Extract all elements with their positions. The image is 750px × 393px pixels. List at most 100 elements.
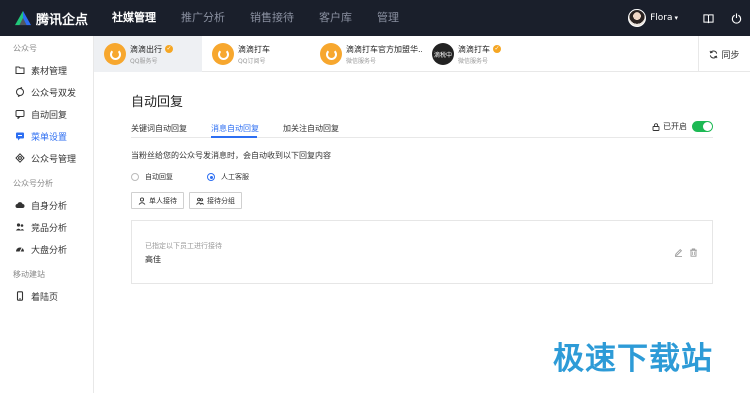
radio-human-service[interactable]: 人工客服: [207, 172, 249, 182]
edit-icon[interactable]: [673, 247, 684, 258]
account-tab[interactable]: 滴滴打车官方加盟华...✓ 微信服务号: [310, 36, 422, 72]
sidebar-group-title: 公众号分析: [13, 179, 53, 188]
site-watermark: 极速下载站: [553, 341, 713, 377]
user-name[interactable]: Flora: [650, 13, 672, 23]
account-name: 滴滴打车官方加盟华...: [346, 44, 422, 54]
sidebar-item-label: 公众号双发: [31, 88, 77, 99]
nav-item-promotion[interactable]: 推广分析: [171, 0, 235, 36]
logout-icon[interactable]: [722, 0, 750, 36]
nav-item-sales[interactable]: 销售接待: [240, 0, 304, 36]
cloud-icon: [14, 200, 25, 211]
sidebar-item-menu-settings[interactable]: 菜单设置: [0, 125, 93, 147]
didi-logo-icon: [320, 43, 342, 65]
auto-reply-toggle[interactable]: [692, 121, 713, 132]
radio-auto-reply[interactable]: 自动回复: [131, 172, 173, 182]
group-icon: [196, 197, 204, 205]
sidebar-item-label: 公众号管理: [31, 154, 77, 165]
radio-circle[interactable]: [207, 173, 215, 181]
folder-icon: [14, 65, 25, 76]
sync-label: 同步: [721, 50, 740, 61]
staff-name: 高佳: [145, 255, 161, 264]
radio-label: 人工客服: [221, 173, 249, 181]
reply-description: 当粉丝给您的公众号发消息时，会自动收到以下回复内容: [131, 151, 331, 160]
single-reception-button[interactable]: 单人接待: [131, 192, 184, 209]
user-avatar[interactable]: [628, 9, 647, 27]
main-nav: 社媒管理 推广分析 销售接待 客户库 管理: [102, 0, 414, 36]
sidebar-item-label: 菜单设置: [31, 132, 68, 143]
sidebar-item-competitor-analysis[interactable]: 竞品分析: [0, 216, 93, 238]
settings-icon: [14, 153, 25, 164]
account-type: 微信服务号: [458, 57, 489, 65]
sidebar-item-market-analysis[interactable]: 大盘分析: [0, 238, 93, 260]
brand-mark-icon: [15, 10, 31, 26]
tab-keyword-reply[interactable]: 关键词自动回复: [131, 123, 187, 134]
radio-label: 自动回复: [145, 173, 173, 181]
account-name: 滴滴打车: [238, 44, 270, 54]
account-type: QQ服务号: [130, 57, 158, 65]
tab-follow-reply[interactable]: 加关注自动回复: [283, 123, 339, 134]
sync-icon: [710, 50, 718, 58]
sidebar-item-materials[interactable]: 素材管理: [0, 59, 93, 81]
account-type: 微信服务号: [346, 57, 377, 65]
sidebar-item-auto-reply[interactable]: 自动回复: [0, 103, 93, 125]
dark-logo-icon: 滴税中: [432, 43, 454, 65]
sidebar-item-label: 自身分析: [31, 201, 68, 212]
nav-item-social[interactable]: 社媒管理: [102, 0, 166, 36]
brand-name: 腾讯企点: [36, 12, 89, 28]
account-tab[interactable]: 滴滴出行 ✓ QQ服务号: [94, 36, 202, 72]
reply-mode-radios: 自动回复 人工客服: [131, 172, 283, 182]
assigned-staff-card: 已指定以下员工进行接待 高佳: [131, 220, 713, 284]
radio-circle[interactable]: [131, 173, 139, 181]
account-name: 滴滴打车: [458, 44, 490, 54]
book-icon[interactable]: [694, 0, 722, 36]
reply-switch-area: 已开启: [652, 121, 713, 132]
chevron-down-icon[interactable]: ▾: [674, 14, 678, 22]
active-tab-indicator: [211, 136, 257, 138]
sidebar-group-title: 公众号: [13, 44, 37, 53]
lock-icon: [652, 122, 660, 131]
account-type: QQ订阅号: [238, 57, 266, 65]
sidebar-item-account-manage[interactable]: 公众号管理: [0, 147, 93, 169]
account-tab[interactable]: 滴滴打车 QQ订阅号: [202, 36, 310, 72]
sidebar-item-label: 自动回复: [31, 110, 68, 121]
card-hint: 已指定以下员工进行接待: [145, 242, 222, 250]
refresh-send-icon: [14, 87, 25, 98]
button-label: 单人接待: [149, 196, 177, 205]
person-icon: [138, 196, 146, 205]
tab-message-reply[interactable]: 消息自动回复: [211, 123, 259, 134]
top-navbar: 腾讯企点 社媒管理 推广分析 销售接待 客户库 管理 Flora ▾: [0, 0, 750, 36]
group-reception-button[interactable]: 接待分组: [189, 192, 242, 209]
sync-button[interactable]: 同步: [698, 36, 750, 72]
sidebar-item-dual-send[interactable]: 公众号双发: [0, 81, 93, 103]
sidebar-item-label: 竞品分析: [31, 223, 68, 234]
reply-icon: [14, 109, 25, 120]
account-tab[interactable]: 滴税中 滴滴打车 ✓ 微信服务号: [422, 36, 530, 72]
sidebar-item-label: 素材管理: [31, 66, 68, 77]
button-label: 接待分组: [207, 196, 235, 205]
mobile-icon: [14, 291, 25, 302]
sidebar-item-landing-page[interactable]: 着陆页: [0, 285, 93, 307]
user-area: Flora ▾: [628, 0, 750, 36]
account-name: 滴滴出行: [130, 44, 162, 54]
didi-logo-icon: [104, 43, 126, 65]
page-title: 自动回复: [131, 95, 184, 110]
toggle-label: 已开启: [663, 122, 687, 131]
sidebar-item-label: 着陆页: [31, 292, 59, 303]
nav-item-admin[interactable]: 管理: [367, 0, 409, 36]
reply-tabs: 关键词自动回复 消息自动回复 加关注自动回复 已开启: [131, 120, 713, 138]
delete-icon[interactable]: [688, 247, 699, 258]
didi-logo-icon: [212, 43, 234, 65]
dashboard-icon: [14, 244, 25, 255]
brand-logo[interactable]: 腾讯企点: [14, 9, 100, 28]
nav-item-customers[interactable]: 客户库: [309, 0, 362, 36]
sidebar: 公众号 素材管理 公众号双发 自动回复 菜单设置 公众号管理 公众号分析 自身分…: [0, 36, 94, 393]
sidebar-item-label: 大盘分析: [31, 245, 68, 256]
sidebar-group-title: 移动建站: [13, 270, 45, 279]
account-switcher: 滴滴出行✓ QQ服务号 滴滴打车 QQ订阅号 滴滴打车官方加盟华...✓ 微信服…: [94, 36, 750, 72]
reception-buttons: 单人接待 接待分组: [131, 192, 247, 209]
menu-chat-icon: [14, 131, 25, 142]
verified-icon: ✓: [165, 45, 173, 53]
sidebar-item-self-analysis[interactable]: 自身分析: [0, 194, 93, 216]
card-actions: [669, 247, 699, 258]
people-icon: [14, 222, 25, 233]
